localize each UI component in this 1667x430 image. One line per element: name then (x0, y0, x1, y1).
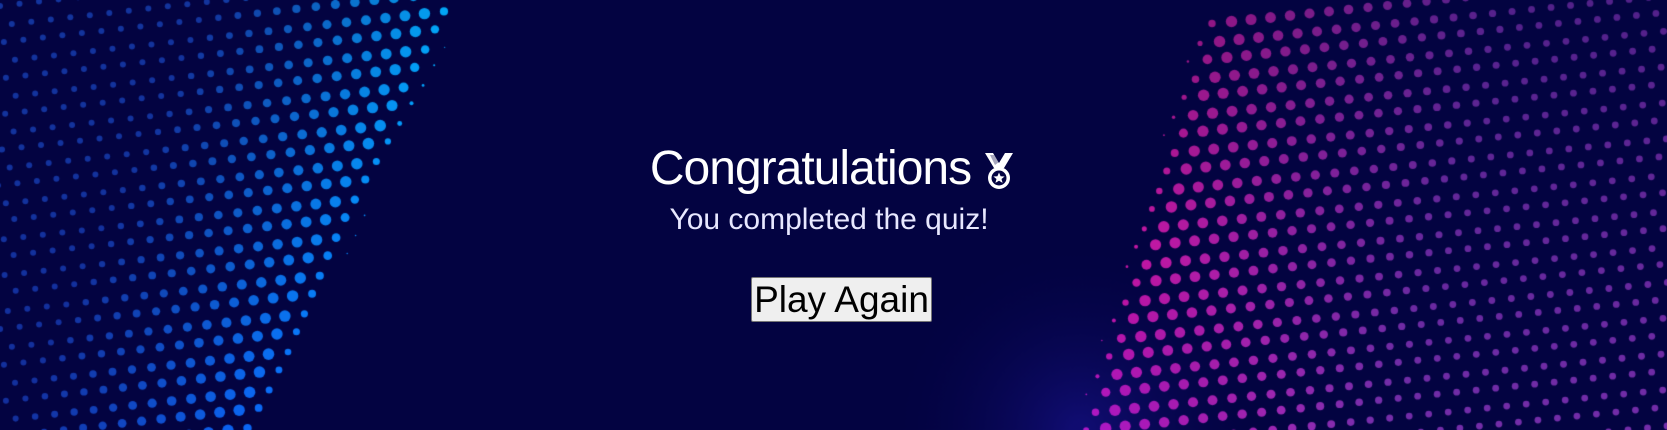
play-again-button[interactable]: Play Again (751, 277, 932, 322)
completion-message: You completed the quiz! (669, 203, 989, 236)
title-row: Congratulations (0, 141, 1667, 196)
congratulations-heading: Congratulations (649, 142, 972, 195)
quiz-result-screen: Congratulations You completed the quiz! … (0, 0, 1667, 430)
medal-icon (985, 152, 1014, 189)
result-panel: Congratulations You completed the quiz! … (0, 0, 1667, 430)
